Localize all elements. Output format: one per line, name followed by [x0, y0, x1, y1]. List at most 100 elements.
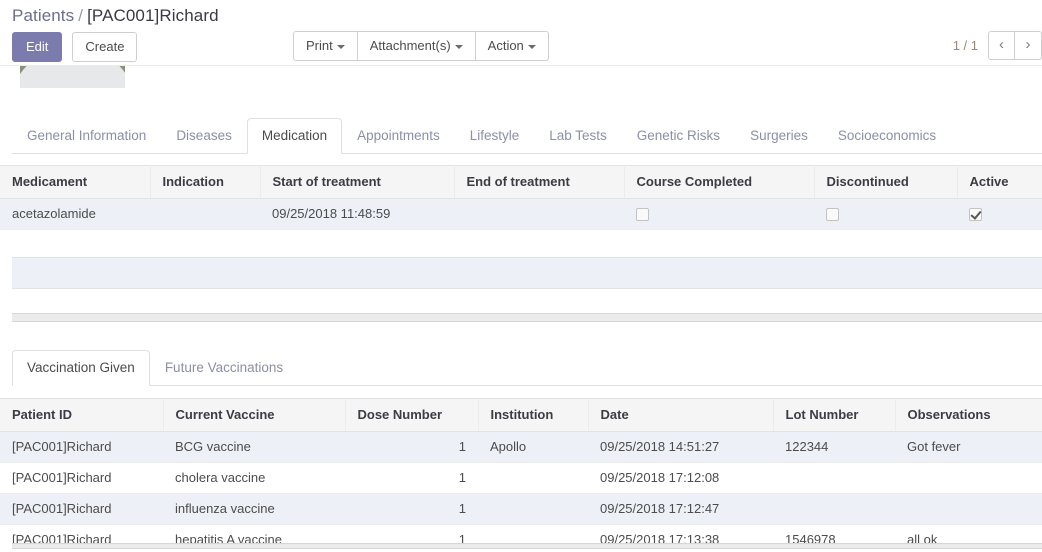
table-row[interactable]: [PAC001]Richard cholera vaccine 1 09/25/201… — [0, 462, 1042, 494]
medication-checkbox-active-cell — [957, 198, 1042, 231]
action-label: Action — [487, 38, 524, 53]
vaccination-tab-future-vaccinations[interactable]: Future Vaccinations — [150, 350, 298, 386]
medication-checkbox-discontinued[interactable] — [826, 208, 839, 222]
medication-table-head: Medicament Indication Start of treatment En… — [0, 165, 1042, 199]
tab-appointments[interactable]: Appointments — [342, 118, 455, 154]
vaccination-cell-institution — [478, 493, 588, 525]
vaccination-cell-dose-number: 1 — [345, 462, 478, 494]
vaccination-cell-date: 09/25/2018 14:51:27 — [588, 431, 773, 463]
medication-column-header[interactable]: Start of treatment — [260, 165, 455, 199]
print-dropdown-button[interactable]: Print — [293, 31, 358, 61]
patient-photo-strip — [0, 65, 1042, 88]
medication-table-container: Medicament Indication Start of treatment En… — [0, 165, 1042, 231]
vaccination-cell-observations — [895, 493, 1042, 525]
pager-count: 1 / 1 — [952, 38, 978, 53]
vaccination-column-header[interactable]: Observations — [895, 398, 1042, 432]
vaccination-cell-dose-number: 1 — [345, 493, 478, 525]
pager-next-button[interactable]: › — [1015, 31, 1042, 60]
vaccination-cell-patient-id: [PAC001]Richard — [0, 462, 163, 494]
tab-socioeconomics[interactable]: Socioeconomics — [823, 118, 951, 154]
vaccination-cell-patient-id: [PAC001]Richard — [0, 493, 163, 525]
vaccination-cell-date: 09/25/2018 17:12:47 — [588, 493, 773, 525]
medication-cell-indication — [150, 198, 260, 231]
vaccination-tab-vaccination-given[interactable]: Vaccination Given — [12, 350, 150, 386]
medication-checkbox-course-completed[interactable] — [636, 208, 649, 222]
vaccination-cell-patient-id: [PAC001]Richard — [0, 431, 163, 463]
vaccination-tabs-container: Vaccination Given Future Vaccinations — [12, 350, 1042, 386]
chevron-down-icon — [454, 44, 463, 49]
breadcrumb-current: [PAC001]Richard — [87, 6, 219, 25]
medication-column-header[interactable]: Course Completed — [624, 165, 815, 199]
medication-header-row: Medicament Indication Start of treatment En… — [0, 165, 1042, 199]
vaccination-cell-current-vaccine: influenza vaccine — [163, 493, 345, 525]
sidebar-action-group: Print Attachment(s) Action — [293, 31, 549, 61]
medication-checkbox-discontinued-cell — [814, 198, 957, 231]
section-separator — [12, 313, 1042, 322]
medication-column-header[interactable]: Active — [957, 165, 1042, 199]
vaccination-cell-institution: Apollo — [478, 431, 588, 463]
attachments-dropdown-button[interactable]: Attachment(s) — [357, 31, 476, 61]
notebook-tabs: General Information Diseases Medication App… — [12, 118, 1042, 154]
vaccination-cell-current-vaccine: cholera vaccine — [163, 462, 345, 494]
medication-cell-medicament: acetazolamide — [0, 198, 150, 231]
table-row[interactable]: acetazolamide 09/25/2018 11:48:59 — [0, 198, 1042, 231]
control-panel: Edit Create Print Attachment(s) Action 1… — [0, 26, 1042, 64]
action-dropdown-button[interactable]: Action — [475, 31, 549, 61]
medication-column-header[interactable]: Medicament — [0, 165, 151, 199]
tab-diseases[interactable]: Diseases — [161, 118, 247, 154]
vaccination-cell-observations — [895, 462, 1042, 494]
patient-avatar[interactable] — [20, 66, 125, 88]
vaccination-cell-lot-number — [773, 493, 895, 525]
tab-medication[interactable]: Medication — [246, 118, 343, 154]
vaccination-cell-dose-number: 1 — [345, 431, 478, 463]
vaccination-cell-institution — [478, 462, 588, 494]
medication-add-line-row[interactable] — [12, 257, 1042, 289]
create-button[interactable]: Create — [72, 32, 138, 62]
vaccination-cell-observations: Got fever — [895, 431, 1042, 463]
vaccination-column-header[interactable]: Lot Number — [773, 398, 896, 432]
vaccination-column-header[interactable]: Date — [588, 398, 774, 432]
print-label: Print — [306, 38, 333, 53]
vaccination-table-container: Patient ID Current Vaccine Dose Number Inst… — [0, 398, 1042, 552]
table-row[interactable]: [PAC001]Richard BCG vaccine 1 Apollo 09/25/2… — [0, 431, 1042, 463]
breadcrumb-separator: / — [78, 6, 84, 25]
medication-column-header[interactable]: End of treatment — [454, 165, 625, 199]
vaccination-cell-lot-number — [773, 462, 895, 494]
chevron-down-icon — [527, 44, 536, 49]
tab-surgeries[interactable]: Surgeries — [735, 118, 823, 154]
breadcrumb: Patients / [PAC001]Richard — [0, 0, 1042, 26]
tab-lifestyle[interactable]: Lifestyle — [455, 118, 535, 154]
vaccination-cell-current-vaccine: BCG vaccine — [163, 431, 345, 463]
vaccination-column-header[interactable]: Patient ID — [0, 398, 164, 432]
tab-lab-tests[interactable]: Lab Tests — [534, 118, 622, 154]
medication-table: Medicament Indication Start of treatment En… — [0, 165, 1042, 231]
record-pager: 1 / 1 ‹ › — [953, 31, 1042, 60]
chevron-down-icon — [336, 44, 345, 49]
edit-button[interactable]: Edit — [12, 32, 63, 62]
vaccination-column-header[interactable]: Institution — [478, 398, 589, 432]
vaccination-table-head: Patient ID Current Vaccine Dose Number Inst… — [0, 398, 1042, 432]
medication-column-header[interactable]: Indication — [150, 165, 261, 199]
vaccination-table-body: [PAC001]Richard BCG vaccine 1 Apollo 09/25/2… — [0, 431, 1042, 552]
vaccination-header-row: Patient ID Current Vaccine Dose Number Inst… — [0, 398, 1042, 432]
patient-form-page: Patients / [PAC001]Richard Edit Create Pri… — [0, 0, 1042, 552]
medication-column-header[interactable]: Discontinued — [814, 165, 958, 199]
pager-previous-button[interactable]: ‹ — [988, 31, 1015, 60]
tab-general-information[interactable]: General Information — [12, 118, 161, 154]
medication-cell-start: 09/25/2018 11:48:59 — [260, 198, 454, 231]
create-button-group: Create — [72, 32, 138, 62]
medication-checkbox-course-completed-cell — [624, 198, 814, 231]
medication-table-body: acetazolamide 09/25/2018 11:48:59 — [0, 198, 1042, 231]
vaccination-tabs: Vaccination Given Future Vaccinations — [12, 350, 1042, 386]
vaccination-column-header[interactable]: Dose Number — [345, 398, 479, 432]
medication-checkbox-active[interactable] — [969, 208, 982, 222]
vaccination-column-header[interactable]: Current Vaccine — [163, 398, 346, 432]
notebook-tabs-container: General Information Diseases Medication App… — [12, 118, 1042, 154]
vaccination-table: Patient ID Current Vaccine Dose Number Inst… — [0, 398, 1042, 552]
table-row[interactable]: [PAC001]Richard influenza vaccine 1 09/25/2… — [0, 493, 1042, 525]
vaccination-cell-date: 09/25/2018 17:12:08 — [588, 462, 773, 494]
tab-genetic-risks[interactable]: Genetic Risks — [622, 118, 735, 154]
breadcrumb-root[interactable]: Patients — [12, 6, 74, 25]
attachments-label: Attachment(s) — [369, 38, 451, 53]
bottom-separator — [12, 543, 1042, 549]
